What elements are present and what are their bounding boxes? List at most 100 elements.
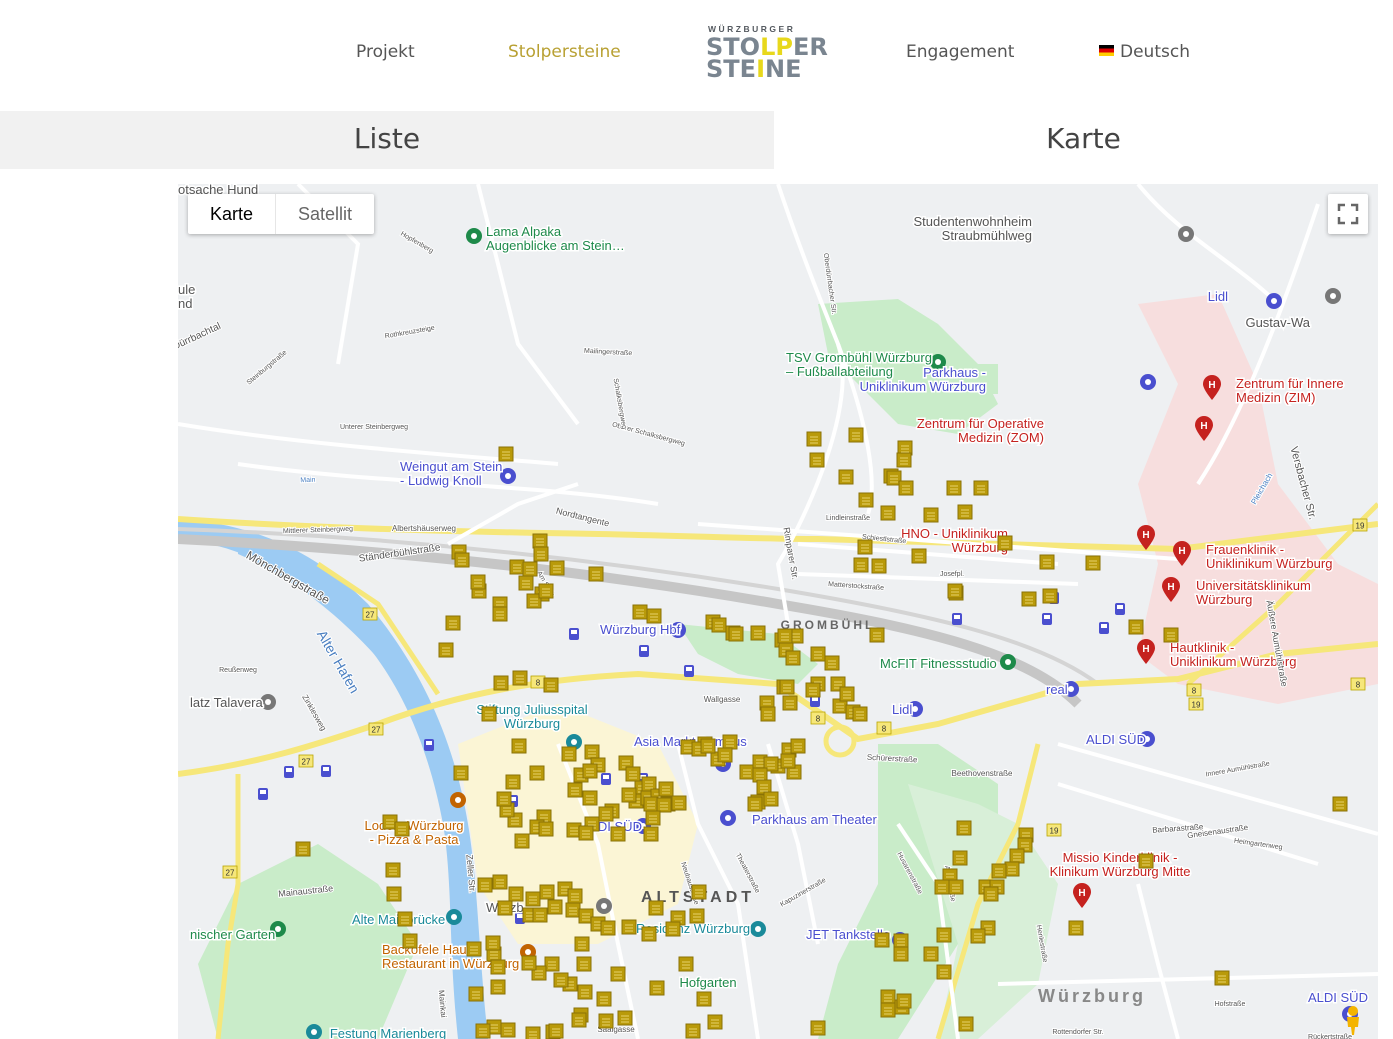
- stolperstein-marker[interactable]: [438, 642, 454, 658]
- stolperstein-marker[interactable]: [598, 806, 614, 822]
- poi-real-label[interactable]: real: [1045, 681, 1070, 699]
- stolperstein-marker[interactable]: [948, 879, 964, 895]
- stolperstein-marker[interactable]: [911, 548, 927, 564]
- stolperstein-marker[interactable]: [496, 791, 512, 807]
- stolperstein-marker[interactable]: [610, 966, 626, 982]
- stolperstein-marker[interactable]: [779, 679, 795, 695]
- stolperstein-marker[interactable]: [1214, 970, 1230, 986]
- stolperstein-marker[interactable]: [853, 557, 869, 573]
- stolperstein-marker[interactable]: [477, 877, 493, 893]
- stolperstein-marker[interactable]: [671, 795, 687, 811]
- stolperstein-marker[interactable]: [508, 886, 524, 902]
- transit-stop-icon[interactable]: [684, 665, 694, 677]
- stolperstein-marker[interactable]: [582, 763, 598, 779]
- stolperstein-marker[interactable]: [747, 796, 763, 812]
- stolperstein-marker[interactable]: [397, 911, 413, 927]
- stolperstein-marker[interactable]: [869, 627, 885, 643]
- stolperstein-marker[interactable]: [295, 841, 311, 857]
- stolperstein-marker[interactable]: [1332, 796, 1348, 812]
- parkhaus-uniklinik-marker-icon[interactable]: [1140, 374, 1156, 390]
- stolperstein-marker[interactable]: [532, 907, 548, 923]
- stolperstein-marker[interactable]: [490, 979, 506, 995]
- stolperstein-marker[interactable]: [649, 980, 665, 996]
- stolperstein-marker[interactable]: [997, 535, 1013, 551]
- stolperstein-marker[interactable]: [582, 790, 598, 806]
- stolperstein-marker[interactable]: [588, 566, 604, 582]
- stolperstein-marker[interactable]: [880, 1002, 896, 1018]
- nav-engagement[interactable]: Engagement: [906, 42, 1014, 62]
- stolperstein-marker[interactable]: [1068, 920, 1084, 936]
- stolperstein-marker[interactable]: [538, 583, 554, 599]
- stolperstein-marker[interactable]: [973, 480, 989, 496]
- stolperstein-marker[interactable]: [956, 820, 972, 836]
- studentenwohnheim-marker-icon[interactable]: [1178, 226, 1194, 242]
- stolperstein-marker[interactable]: [1042, 588, 1058, 604]
- stolperstein-marker[interactable]: [643, 826, 659, 842]
- stolperstein-marker[interactable]: [394, 821, 410, 837]
- stolperstein-marker[interactable]: [806, 431, 822, 447]
- stolperstein-marker[interactable]: [453, 765, 469, 781]
- stolperstein-marker[interactable]: [896, 993, 912, 1009]
- stolperstein-marker[interactable]: [402, 933, 418, 949]
- stolperstein-marker[interactable]: [481, 706, 497, 722]
- stolperstein-marker[interactable]: [525, 891, 541, 907]
- stolperstein-marker[interactable]: [529, 765, 545, 781]
- poi-talavera-label[interactable]: latz Talavera: [189, 694, 266, 712]
- stolperstein-marker[interactable]: [1021, 591, 1037, 607]
- stolperstein-marker[interactable]: [893, 946, 909, 962]
- stolperstein-marker[interactable]: [780, 753, 796, 769]
- transit-stop-icon[interactable]: [1115, 603, 1125, 615]
- stolperstein-marker[interactable]: [386, 886, 402, 902]
- stolperstein-marker[interactable]: [838, 469, 854, 485]
- stolperstein-marker[interactable]: [492, 874, 508, 890]
- poi-garten-label[interactable]: nischer Garten: [189, 926, 277, 944]
- transit-stop-icon[interactable]: [321, 765, 331, 777]
- stolperstein-marker[interactable]: [1085, 555, 1101, 571]
- stolperstein-marker[interactable]: [782, 695, 798, 711]
- stolperstein-marker[interactable]: [711, 617, 727, 633]
- stolperstein-marker[interactable]: [565, 902, 581, 918]
- nav-projekt[interactable]: Projekt: [356, 42, 415, 62]
- stolperstein-marker[interactable]: [641, 926, 657, 942]
- stolperstein-marker[interactable]: [617, 1010, 633, 1026]
- stolperstein-marker[interactable]: [934, 879, 950, 895]
- poi-aldi-sued-3-label[interactable]: ALDI SÜD: [1307, 989, 1370, 1007]
- stolperstein-marker[interactable]: [1128, 619, 1144, 635]
- poi-hofgarten-label[interactable]: Hofgarten: [678, 974, 738, 992]
- stolperstein-marker[interactable]: [936, 964, 952, 980]
- stolperstein-marker[interactable]: [454, 552, 470, 568]
- poi-aldi-sued-1-label[interactable]: ALDI SÜD: [1085, 731, 1148, 749]
- fullscreen-button[interactable]: [1328, 194, 1368, 234]
- transit-stop-icon[interactable]: [258, 788, 268, 800]
- stolperstein-marker[interactable]: [707, 1014, 723, 1030]
- stolperstein-marker[interactable]: [857, 539, 873, 555]
- lodola-marker-icon[interactable]: [450, 792, 466, 808]
- stolperstein-marker[interactable]: [874, 932, 890, 948]
- stolperstein-marker[interactable]: [893, 933, 909, 949]
- stolperstein-marker[interactable]: [645, 810, 661, 826]
- lidl-1-marker-icon[interactable]: [1266, 293, 1282, 309]
- stolperstein-marker[interactable]: [852, 706, 868, 722]
- stolperstein-marker[interactable]: [490, 959, 506, 975]
- stolperstein-marker[interactable]: [991, 863, 1007, 879]
- stolperstein-marker[interactable]: [871, 558, 887, 574]
- stolperstein-marker[interactable]: [621, 919, 637, 935]
- stolperstein-marker[interactable]: [544, 956, 560, 972]
- stolperstein-marker[interactable]: [643, 796, 659, 812]
- stolperstein-marker[interactable]: [543, 677, 559, 693]
- stolperstein-marker[interactable]: [785, 650, 801, 666]
- stolperstein-marker[interactable]: [957, 504, 973, 520]
- stolperstein-marker[interactable]: [621, 787, 637, 803]
- stolperstein-marker[interactable]: [739, 764, 755, 780]
- wuerzburg-dom-marker-icon[interactable]: [596, 898, 612, 914]
- site-logo[interactable]: WÜRZBURGER STOLPER STEINE: [706, 24, 828, 82]
- stolperstein-marker[interactable]: [498, 446, 514, 462]
- stolperstein-marker[interactable]: [952, 850, 968, 866]
- street-view-pegman-icon[interactable]: [1342, 1005, 1364, 1035]
- stolperstein-marker[interactable]: [1138, 853, 1154, 869]
- stolperstein-marker[interactable]: [1004, 861, 1020, 877]
- poi-hbf-label[interactable]: Würzburg Hbf: [599, 621, 683, 639]
- stolperstein-marker[interactable]: [648, 900, 664, 916]
- stolperstein-marker[interactable]: [445, 615, 461, 631]
- transit-stop-icon[interactable]: [639, 645, 649, 657]
